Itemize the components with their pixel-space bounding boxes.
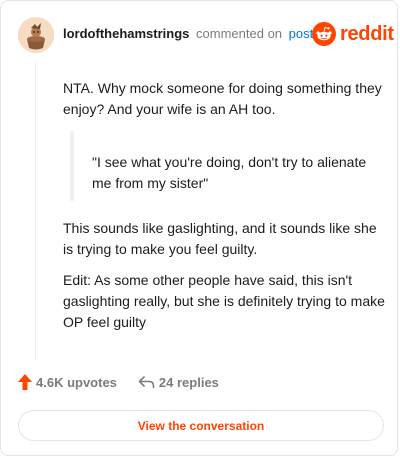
upvote-button[interactable]: 4.6K upvotes [18,374,117,390]
reply-arrow-icon [138,376,155,389]
upvote-arrow-icon [18,374,32,390]
comment-action-text: commented on [196,26,283,41]
replies-button[interactable]: 24 replies [138,375,219,390]
comment-footer: 4.6K upvotes 24 replies [18,374,219,390]
reddit-wordmark: reddit [340,22,394,45]
comment-header: lordofthehamstrings commented on post [63,26,313,41]
comment-paragraph: Edit: As some other people have said, th… [63,272,385,330]
embedded-comment-card: lordofthehamstrings commented on post re… [0,0,398,456]
comment-paragraph: NTA. Why mock someone for doing somethin… [63,80,382,117]
blockquote-bar [70,131,74,201]
thread-line [35,61,36,361]
reply-count: 24 replies [158,374,219,390]
avatar-icon [18,17,54,53]
blockquote-text: "I see what you're doing, don't try to a… [92,154,367,191]
reddit-snoo-icon [312,22,336,46]
view-conversation-button[interactable]: View the conversation [18,410,384,441]
post-link[interactable]: post [289,26,314,41]
username-link[interactable]: lordofthehamstrings [63,26,189,41]
avatar[interactable] [18,17,54,53]
comment-paragraph: This sounds like gaslighting, and it sou… [63,220,377,257]
upvote-count: 4.6K upvotes [36,374,117,390]
reddit-logo[interactable]: reddit [312,21,394,47]
